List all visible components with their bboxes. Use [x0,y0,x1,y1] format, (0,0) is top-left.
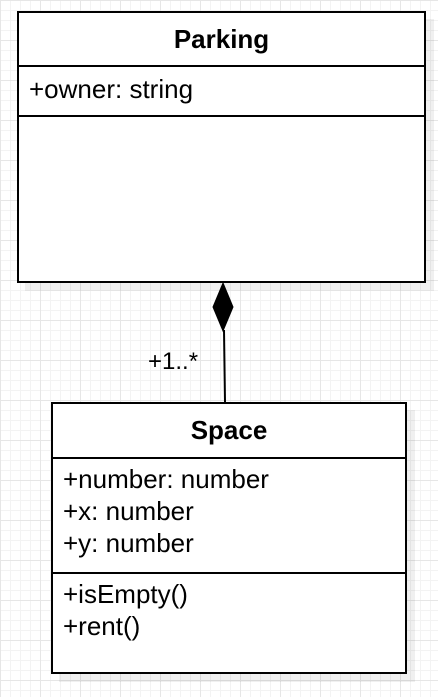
space-attributes: +number: number +x: number +y: number [53,459,405,572]
space-attribute-x: +x: number [63,496,194,526]
parking-attribute-owner: +owner: string [29,74,194,104]
space-attribute-y: +y: number [63,528,194,558]
space-methods: +isEmpty() +rent() [53,572,405,642]
space-method-isempty: +isEmpty() [63,579,188,609]
parking-attributes: +owner: string [19,67,424,115]
parking-methods [19,115,424,117]
parking-class[interactable]: Parking +owner: string [17,11,426,283]
space-class[interactable]: Space +number: number +x: number +y: num… [51,402,407,674]
space-class-name: Space [53,404,405,459]
space-method-rent: +rent() [63,611,141,641]
composition-line [223,329,226,403]
parking-class-name: Parking [19,13,424,67]
space-attribute-number: +number: number [63,464,269,494]
multiplicity-label: +1..* [148,348,199,375]
composition-diamond-icon [212,281,234,333]
